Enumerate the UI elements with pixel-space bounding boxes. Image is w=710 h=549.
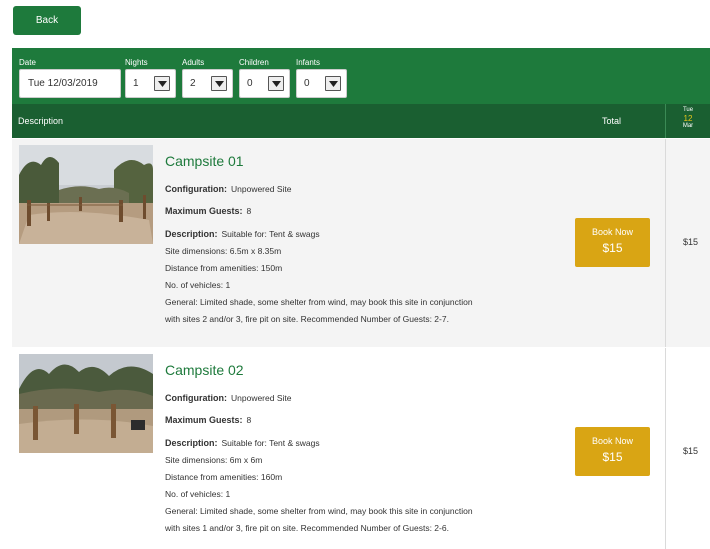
- max-guests-value: 8: [246, 415, 252, 425]
- campsite-title: Campsite 01: [165, 153, 244, 169]
- nights-value: 1: [133, 78, 139, 89]
- max-guests-value: 8: [246, 206, 252, 216]
- chevron-down-icon[interactable]: [154, 76, 170, 91]
- book-now-button[interactable]: Book Now $15: [575, 218, 650, 267]
- infants-select[interactable]: 0: [296, 69, 347, 98]
- configuration-label: Configuration:: [165, 393, 227, 403]
- infants-filter: Infants 0: [296, 58, 347, 98]
- description-label: Description:: [165, 229, 218, 239]
- book-now-button[interactable]: Book Now $15: [575, 427, 650, 476]
- description-row: Description: Suitable for: Tent & swags: [165, 437, 320, 450]
- max-guests-label: Maximum Guests:: [165, 415, 243, 425]
- campsite-row: Campsite 01 Configuration: Unpowered Site…: [12, 139, 710, 347]
- night-price: $15: [683, 446, 699, 456]
- configuration-row: Configuration: Unpowered Site: [165, 183, 291, 196]
- date-filter: Date Tue 12/03/2019: [19, 58, 121, 98]
- booking-filter-bar: Date Tue 12/03/2019 Nights 1 Adults 2 Ch…: [12, 48, 710, 104]
- column-divider: [665, 139, 666, 347]
- campsite-photo: [19, 145, 153, 244]
- book-now-price: $15: [602, 241, 623, 255]
- total-column-header: Total: [602, 116, 622, 126]
- chevron-down-icon[interactable]: [268, 76, 284, 91]
- book-now-price: $15: [602, 450, 623, 464]
- adults-filter: Adults 2: [182, 58, 233, 98]
- distance-from-amenities: Distance from amenities: 150m: [165, 263, 283, 273]
- campsite-row: Campsite 02 Configuration: Unpowered Site…: [12, 348, 710, 549]
- configuration-value: Unpowered Site: [231, 184, 292, 194]
- configuration-row: Configuration: Unpowered Site: [165, 392, 291, 405]
- general-info-line-1: General: Limited shade, some shelter fro…: [165, 506, 473, 516]
- site-dimensions: Site dimensions: 6.5m x 8.35m: [165, 246, 282, 256]
- results-header: Description Total Tue 12 Mar: [12, 104, 710, 138]
- description-label: Description:: [165, 438, 218, 448]
- nights-select[interactable]: 1: [125, 69, 176, 98]
- children-select[interactable]: 0: [239, 69, 290, 98]
- children-label: Children: [239, 58, 269, 67]
- configuration-label: Configuration:: [165, 184, 227, 194]
- date-input[interactable]: Tue 12/03/2019: [19, 69, 121, 98]
- general-info-line-2: with sites 1 and/or 3, fire pit on site.…: [165, 523, 449, 533]
- campsite-photo: [19, 354, 153, 453]
- adults-value: 2: [190, 78, 196, 89]
- date-label: Date: [19, 58, 36, 67]
- general-info-line-1: General: Limited shade, some shelter fro…: [165, 297, 473, 307]
- max-guests-row: Maximum Guests: 8: [165, 205, 251, 218]
- infants-value: 0: [304, 78, 310, 89]
- max-guests-label: Maximum Guests:: [165, 206, 243, 216]
- infants-label: Infants: [296, 58, 321, 67]
- description-value: Suitable for: Tent & swags: [221, 229, 320, 239]
- adults-label: Adults: [182, 58, 205, 67]
- max-guests-row: Maximum Guests: 8: [165, 414, 251, 427]
- general-info-line-2: with sites 2 and/or 3, fire pit on site.…: [165, 314, 449, 324]
- distance-from-amenities: Distance from amenities: 160m: [165, 472, 283, 482]
- chevron-down-icon[interactable]: [325, 76, 341, 91]
- date-column-month: Mar: [682, 123, 694, 129]
- description-column-header: Description: [18, 116, 64, 126]
- campsite-title: Campsite 02: [165, 362, 244, 378]
- column-divider: [665, 348, 666, 549]
- configuration-value: Unpowered Site: [231, 393, 292, 403]
- date-column-header: Tue 12 Mar: [665, 104, 710, 138]
- book-now-label: Book Now: [591, 436, 634, 446]
- children-filter: Children 0: [239, 58, 290, 98]
- description-value: Suitable for: Tent & swags: [221, 438, 320, 448]
- back-button[interactable]: Back: [13, 6, 81, 35]
- chevron-down-icon[interactable]: [211, 76, 227, 91]
- description-row: Description: Suitable for: Tent & swags: [165, 228, 320, 241]
- children-value: 0: [247, 78, 253, 89]
- vehicle-count: No. of vehicles: 1: [165, 280, 231, 290]
- site-dimensions: Site dimensions: 6m x 6m: [165, 455, 263, 465]
- nights-label: Nights: [125, 58, 148, 67]
- night-price: $15: [683, 237, 699, 247]
- date-column-day: 12: [683, 114, 693, 123]
- vehicle-count: No. of vehicles: 1: [165, 489, 231, 499]
- book-now-label: Book Now: [591, 227, 634, 237]
- nights-filter: Nights 1: [125, 58, 176, 98]
- date-column-dow: Tue: [682, 107, 694, 113]
- adults-select[interactable]: 2: [182, 69, 233, 98]
